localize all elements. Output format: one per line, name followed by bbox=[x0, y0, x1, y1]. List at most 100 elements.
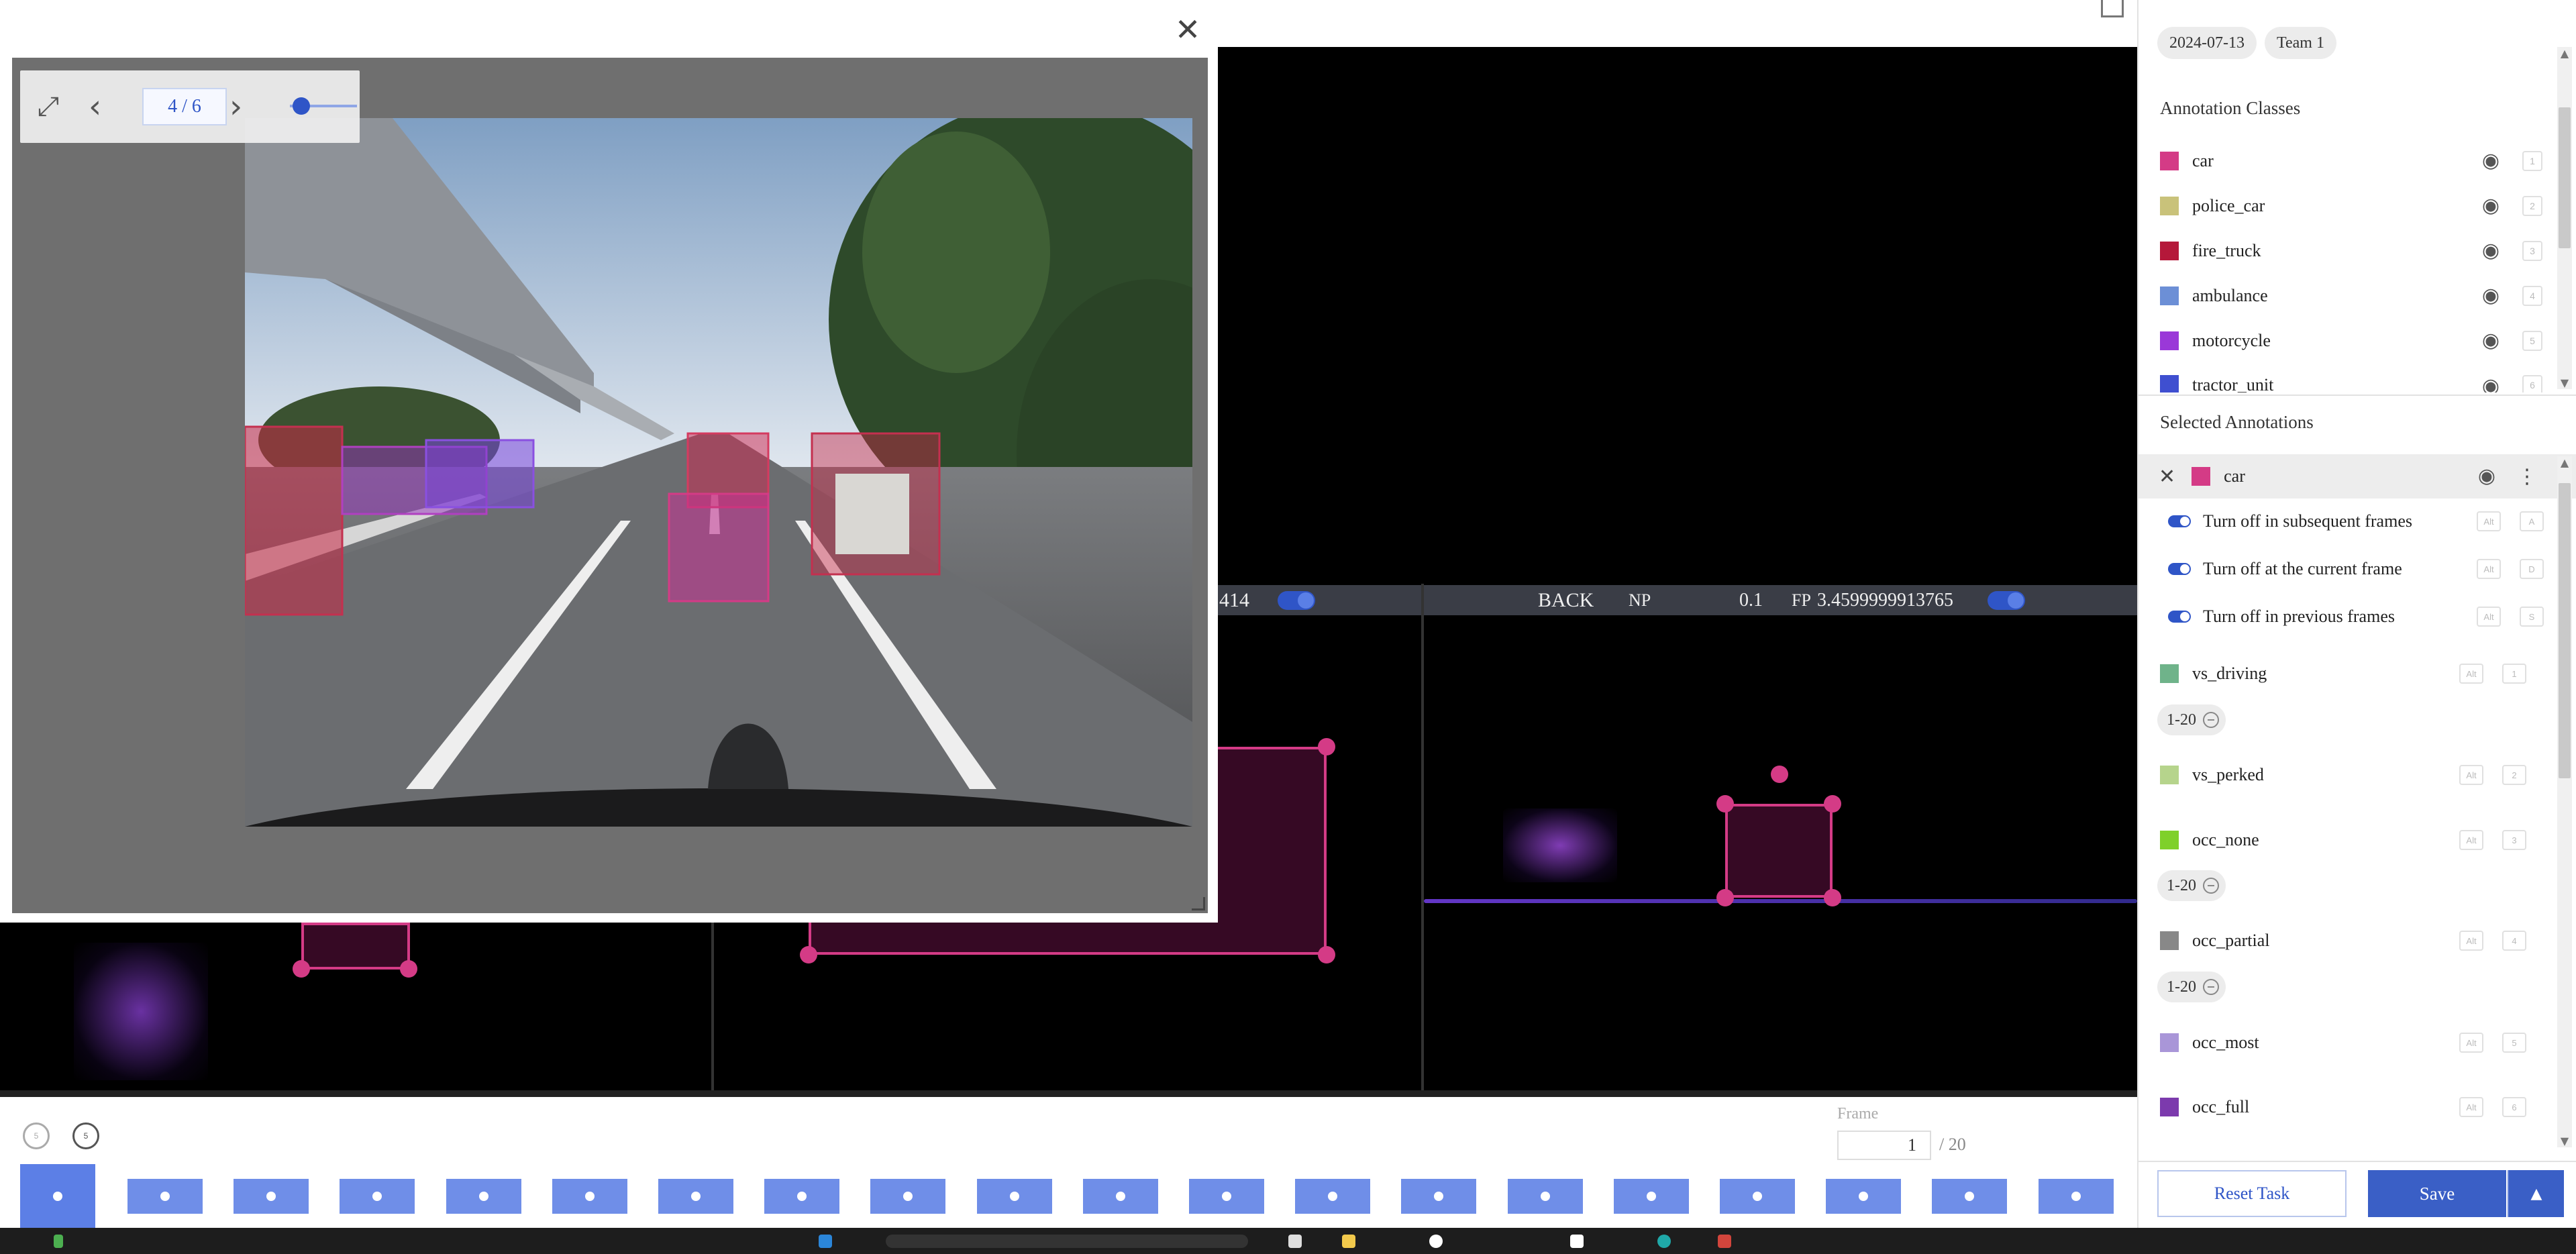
frame-thumbnail[interactable] bbox=[1083, 1179, 1158, 1214]
scroll-thumb[interactable] bbox=[2559, 483, 2571, 778]
frame-thumbnail[interactable] bbox=[1614, 1179, 1689, 1214]
eye-icon[interactable]: ◉ bbox=[2475, 465, 2498, 488]
scroll-up-icon[interactable]: ▲ bbox=[2557, 47, 2572, 60]
attribute-occ-none[interactable]: occ_none Alt 3 bbox=[2157, 821, 2546, 859]
scroll-down-icon[interactable]: ▼ bbox=[2557, 1135, 2572, 1147]
frame-thumbnail[interactable] bbox=[20, 1164, 95, 1228]
selected-scrollbar[interactable]: ▲ ▼ bbox=[2557, 456, 2572, 1147]
taskbar-app-icon[interactable] bbox=[819, 1235, 832, 1248]
frame-thumbnail[interactable] bbox=[870, 1179, 945, 1214]
taskbar-search-bar[interactable] bbox=[886, 1235, 1248, 1248]
frame-range-chip[interactable]: 1-20 bbox=[2157, 972, 2226, 1002]
option-toggle[interactable] bbox=[2168, 563, 2191, 575]
frame-range-chip[interactable]: 1-20 bbox=[2157, 870, 2226, 901]
rotation-handle[interactable] bbox=[1771, 766, 1788, 783]
frame-thumbnail[interactable] bbox=[764, 1179, 839, 1214]
more-vertical-icon[interactable]: ⋮ bbox=[2517, 465, 2537, 488]
option-turn-off-current[interactable]: Turn off at the current frame Alt D bbox=[2168, 552, 2544, 586]
remove-range-icon[interactable] bbox=[2203, 979, 2219, 995]
frame-thumbnail[interactable] bbox=[1401, 1179, 1476, 1214]
box-handle[interactable] bbox=[1318, 946, 1335, 963]
frame-thumbnail[interactable] bbox=[1189, 1179, 1264, 1214]
remove-range-icon[interactable] bbox=[2203, 712, 2219, 728]
close-icon[interactable]: ✕ bbox=[1173, 14, 1202, 45]
resize-grip[interactable] bbox=[1192, 897, 1205, 910]
class-item-ambulance[interactable]: ambulance ◉ 4 bbox=[2157, 276, 2546, 316]
eye-icon[interactable]: ◉ bbox=[2479, 150, 2502, 172]
eye-icon[interactable]: ◉ bbox=[2479, 329, 2502, 352]
taskbar-app-icon[interactable] bbox=[1342, 1235, 1355, 1248]
frame-thumbnail[interactable] bbox=[1932, 1179, 2007, 1214]
box-handle[interactable] bbox=[800, 946, 817, 963]
box-handle[interactable] bbox=[1824, 889, 1841, 906]
zoom-slider-knob[interactable] bbox=[293, 97, 310, 115]
taskbar-app-icon[interactable] bbox=[54, 1235, 63, 1248]
frame-thumbnail[interactable] bbox=[977, 1179, 1052, 1214]
frame-thumbnail[interactable] bbox=[446, 1179, 521, 1214]
attribute-occ-partial[interactable]: occ_partial Alt 4 bbox=[2157, 922, 2546, 959]
forward-5-icon[interactable]: 5 bbox=[72, 1122, 99, 1149]
frame-thumbnail[interactable] bbox=[340, 1179, 415, 1214]
chevron-right-icon[interactable]: › bbox=[229, 91, 242, 123]
classes-scrollbar[interactable]: ▲ ▼ bbox=[2557, 47, 2572, 389]
box-handle[interactable] bbox=[293, 960, 310, 978]
frame-thumbnail[interactable] bbox=[1720, 1179, 1795, 1214]
box-handle[interactable] bbox=[1824, 795, 1841, 813]
rewind-5-icon[interactable]: 5 bbox=[23, 1122, 50, 1149]
frame-thumbnail[interactable] bbox=[234, 1179, 309, 1214]
scroll-thumb[interactable] bbox=[2559, 107, 2571, 248]
option-turn-off-previous[interactable]: Turn off in previous frames Alt S bbox=[2168, 600, 2544, 633]
scroll-up-icon[interactable]: ▲ bbox=[2557, 456, 2572, 469]
taskbar-app-icon[interactable] bbox=[1718, 1235, 1731, 1248]
class-item-motorcycle[interactable]: motorcycle ◉ 5 bbox=[2157, 321, 2546, 361]
layout-toggle-icon[interactable] bbox=[2101, 0, 2124, 17]
class-item-fire-truck[interactable]: fire_truck ◉ 3 bbox=[2157, 231, 2546, 271]
save-button[interactable]: Save bbox=[2368, 1170, 2506, 1217]
frame-thumbnail[interactable] bbox=[1826, 1179, 1901, 1214]
page-indicator[interactable]: 4 / 6 bbox=[142, 88, 227, 125]
option-turn-off-subsequent[interactable]: Turn off in subsequent frames Alt A bbox=[2168, 505, 2544, 538]
option-toggle[interactable] bbox=[2168, 515, 2191, 527]
option-toggle[interactable] bbox=[2168, 611, 2191, 623]
frame-thumbnail[interactable] bbox=[2039, 1179, 2114, 1214]
frame-range-chip[interactable]: 1-20 bbox=[2157, 704, 2226, 735]
box-handle[interactable] bbox=[1318, 738, 1335, 755]
box-handle[interactable] bbox=[1716, 795, 1734, 813]
eye-icon[interactable]: ◉ bbox=[2479, 240, 2502, 262]
remove-range-icon[interactable] bbox=[2203, 878, 2219, 894]
frame-thumbnail[interactable] bbox=[552, 1179, 627, 1214]
back-panel-toggle[interactable] bbox=[1988, 591, 2025, 610]
taskbar-app-icon[interactable] bbox=[1288, 1235, 1302, 1248]
class-item-police-car[interactable]: police_car ◉ 2 bbox=[2157, 186, 2546, 226]
reset-task-button[interactable]: Reset Task bbox=[2157, 1170, 2347, 1217]
frame-thumbnail[interactable] bbox=[127, 1179, 203, 1214]
eye-icon[interactable]: ◉ bbox=[2479, 375, 2502, 393]
frame-thumbnail[interactable] bbox=[1295, 1179, 1370, 1214]
close-icon[interactable]: ✕ bbox=[2159, 465, 2175, 488]
eye-icon[interactable]: ◉ bbox=[2479, 195, 2502, 217]
taskbar-app-icon[interactable] bbox=[1657, 1235, 1671, 1248]
expand-icon[interactable]: ⤢ bbox=[38, 91, 59, 123]
class-item-car[interactable]: car ◉ 1 bbox=[2157, 141, 2546, 181]
frame-input[interactable]: 1 bbox=[1837, 1131, 1931, 1160]
taskbar-app-icon[interactable] bbox=[1429, 1235, 1443, 1248]
center-panel-toggle[interactable] bbox=[1278, 591, 1315, 610]
os-taskbar bbox=[0, 1228, 2576, 1254]
chevron-left-icon[interactable]: ‹ bbox=[89, 91, 101, 123]
class-item-tractor-unit[interactable]: tractor_unit ◉ 6 bbox=[2157, 366, 2546, 393]
frame-thumbnail[interactable] bbox=[1508, 1179, 1583, 1214]
scroll-down-icon[interactable]: ▼ bbox=[2557, 376, 2572, 389]
attribute-vs-driving[interactable]: vs_driving Alt 1 bbox=[2157, 655, 2546, 692]
attribute-occ-most[interactable]: occ_most Alt 5 bbox=[2157, 1024, 2546, 1061]
camera-image[interactable] bbox=[245, 118, 1192, 827]
eye-icon[interactable]: ◉ bbox=[2479, 284, 2502, 307]
bounding-box-left[interactable] bbox=[301, 923, 410, 970]
attribute-vs-perked[interactable]: vs_perked Alt 2 bbox=[2157, 756, 2546, 794]
bounding-box-back[interactable] bbox=[1725, 804, 1833, 898]
box-handle[interactable] bbox=[1716, 889, 1734, 906]
attribute-occ-full[interactable]: occ_full Alt 6 bbox=[2157, 1088, 2546, 1126]
save-options-icon[interactable]: ▲ bbox=[2508, 1170, 2564, 1217]
taskbar-app-icon[interactable] bbox=[1570, 1235, 1584, 1248]
box-handle[interactable] bbox=[400, 960, 417, 978]
frame-thumbnail[interactable] bbox=[658, 1179, 733, 1214]
